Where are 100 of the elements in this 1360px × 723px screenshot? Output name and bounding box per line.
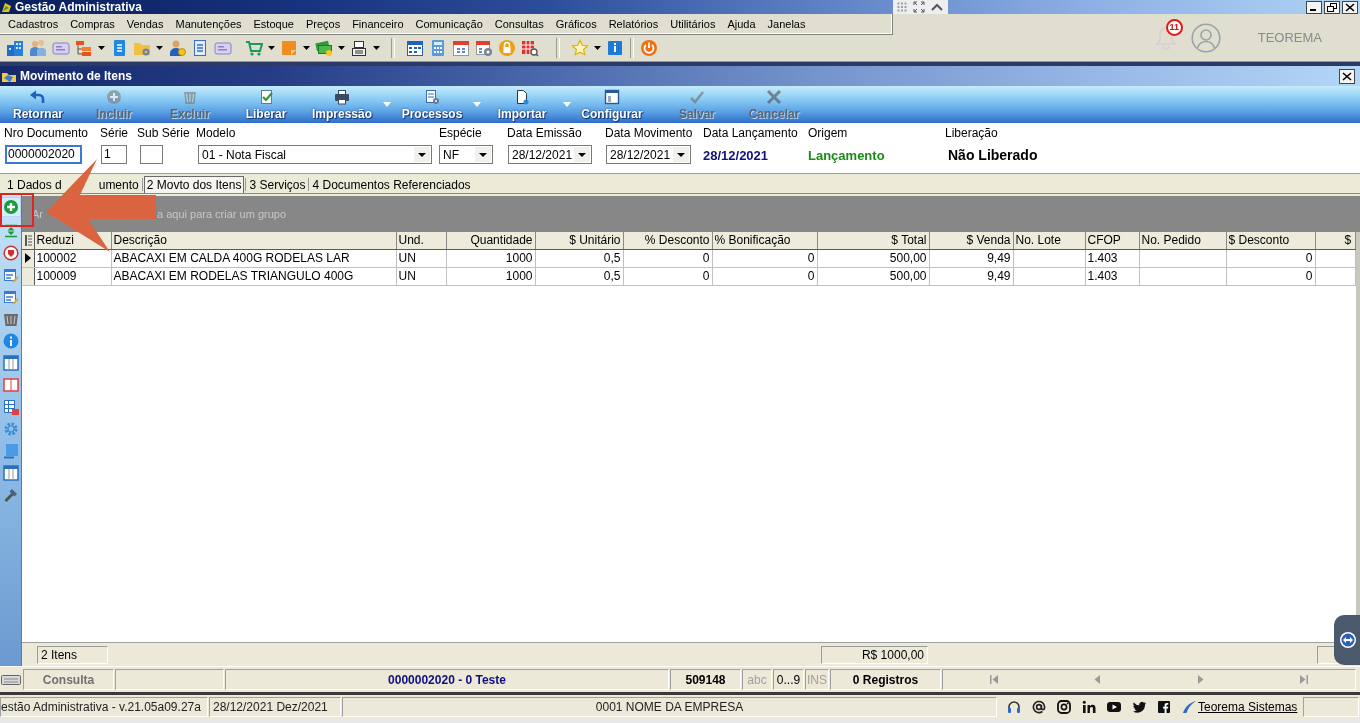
- column-header[interactable]: $ Unitário: [535, 232, 623, 249]
- tab[interactable]: 2 Movto dos Itens: [143, 176, 245, 193]
- star-icon[interactable]: [571, 39, 589, 57]
- column-header[interactable]: $: [1315, 232, 1355, 249]
- linkedin-icon[interactable]: [1082, 700, 1096, 714]
- table-cell: UN: [396, 267, 446, 285]
- table-cell: 0: [623, 267, 712, 285]
- instagram-icon[interactable]: [1057, 700, 1071, 714]
- square-icon[interactable]: [2, 443, 19, 459]
- highlight-frame: [0, 193, 34, 227]
- column-header[interactable]: No. Pedido: [1139, 232, 1226, 249]
- at-sign-icon[interactable]: [1032, 700, 1046, 714]
- column-header[interactable]: Descrição: [111, 232, 396, 249]
- text-field[interactable]: 0000002020: [5, 145, 82, 164]
- wrench-icon[interactable]: [2, 487, 19, 503]
- columns-icon[interactable]: [2, 355, 19, 371]
- edit-document-icon[interactable]: [2, 267, 19, 283]
- current-row-icon: [25, 253, 31, 263]
- menu-item[interactable]: Gráficos: [549, 16, 603, 32]
- caret-icon[interactable]: [303, 46, 310, 50]
- dropdown-field[interactable]: 01 - Nota Fiscal: [198, 145, 432, 164]
- menu-item[interactable]: Ajuda: [721, 16, 762, 32]
- table-cell: 0: [623, 249, 712, 267]
- cart-icon[interactable]: [245, 39, 263, 57]
- info-icon[interactable]: [2, 333, 19, 349]
- column-header[interactable]: % Desconto: [623, 232, 712, 249]
- menu-item[interactable]: Relatórios: [602, 16, 665, 32]
- grip-icon[interactable]: [897, 1, 908, 13]
- calendar-grid-icon[interactable]: [406, 39, 424, 57]
- dropdown-field[interactable]: 28/12/2021: [508, 145, 592, 164]
- tab[interactable]: 4 Documentos Referenciados: [310, 176, 473, 193]
- people-icon[interactable]: [29, 39, 47, 57]
- column-header[interactable]: Quantidade: [446, 232, 535, 249]
- menu-item[interactable]: Vendas: [120, 16, 170, 32]
- close-icon[interactable]: [1339, 68, 1355, 84]
- person-coin-icon[interactable]: [168, 39, 186, 57]
- double-arrow-icon[interactable]: [1334, 615, 1360, 665]
- website-link[interactable]: Teorema Sistemas: [1198, 700, 1298, 714]
- basket-icon[interactable]: [2, 311, 19, 327]
- keyboard-icon[interactable]: [1, 674, 21, 685]
- book-icon[interactable]: [2, 377, 19, 393]
- caret-icon[interactable]: [338, 46, 345, 50]
- info-icon[interactable]: [606, 39, 624, 57]
- menu-item[interactable]: Consultas: [488, 16, 550, 32]
- caret-icon[interactable]: [156, 46, 163, 50]
- menu-item[interactable]: Cadastros: [2, 16, 65, 32]
- chevron-up-icon[interactable]: [930, 1, 944, 13]
- grid-search-icon[interactable]: [521, 39, 539, 57]
- tab[interactable]: 1 Dados d umento: [5, 176, 141, 193]
- column-header[interactable]: $ Desconto: [1226, 232, 1315, 249]
- tab[interactable]: 3 Serviços: [247, 176, 308, 193]
- shield-icon[interactable]: [2, 245, 19, 261]
- edit-document-icon[interactable]: [2, 289, 19, 305]
- column-header[interactable]: % Bonificação: [712, 232, 817, 249]
- calculator-icon[interactable]: [429, 39, 447, 57]
- caret-icon[interactable]: [268, 46, 275, 50]
- headset-icon[interactable]: [1007, 700, 1021, 714]
- card-icon[interactable]: [52, 39, 70, 57]
- menu-item[interactable]: Janelas: [761, 16, 812, 32]
- minimize-icon[interactable]: [1306, 0, 1322, 14]
- caret-icon[interactable]: [98, 46, 105, 50]
- menu-item[interactable]: Manutenções: [169, 16, 248, 32]
- menu-item[interactable]: Utilitários: [664, 16, 722, 32]
- column-header[interactable]: No. Lote: [1013, 232, 1085, 249]
- total-amount: R$ 1000,00: [821, 645, 928, 664]
- text-field[interactable]: 1: [101, 145, 127, 164]
- text-field[interactable]: [140, 145, 163, 164]
- facebook-icon[interactable]: [1157, 700, 1171, 714]
- grid-icon[interactable]: [2, 399, 19, 415]
- plus-icon[interactable]: [0, 197, 21, 217]
- power-icon[interactable]: [640, 39, 658, 57]
- money-icon[interactable]: [315, 39, 333, 57]
- ledger-icon[interactable]: [191, 39, 209, 57]
- restore-icon[interactable]: [1324, 0, 1340, 14]
- column-header[interactable]: $ Venda: [929, 232, 1013, 249]
- close-icon[interactable]: [1342, 0, 1358, 14]
- org-chart-icon[interactable]: [75, 39, 93, 57]
- column-header[interactable]: $ Total: [817, 232, 929, 249]
- calendar-gear-icon[interactable]: [475, 39, 493, 57]
- table-cell: ABACAXI EM CALDA 400G RODELAS LAR: [111, 249, 396, 267]
- column-header[interactable]: Und.: [396, 232, 446, 249]
- caret-icon[interactable]: [594, 46, 601, 50]
- twitter-icon[interactable]: [1132, 700, 1146, 714]
- card-icon[interactable]: [214, 39, 232, 57]
- dropdown-field[interactable]: 28/12/2021: [606, 145, 691, 164]
- column-header[interactable]: CFOP: [1085, 232, 1139, 249]
- menu-item[interactable]: Preços: [299, 16, 347, 32]
- dropdown-field[interactable]: NF: [439, 145, 493, 164]
- swoosh-logo-icon[interactable]: [1182, 700, 1196, 714]
- expand-icon[interactable]: [913, 1, 925, 13]
- menu-item[interactable]: Financeiro: [346, 16, 410, 32]
- table-icon[interactable]: [2, 465, 19, 481]
- cash-register-icon[interactable]: [350, 39, 368, 57]
- calendar-icon[interactable]: [452, 39, 470, 57]
- menu-item[interactable]: Estoque: [247, 16, 300, 32]
- buildings-icon[interactable]: [6, 39, 24, 57]
- menu-item[interactable]: Comunicação: [409, 16, 489, 32]
- menu-item[interactable]: Compras: [64, 16, 121, 32]
- caret-icon[interactable]: [373, 46, 380, 50]
- youtube-icon[interactable]: [1107, 700, 1121, 714]
